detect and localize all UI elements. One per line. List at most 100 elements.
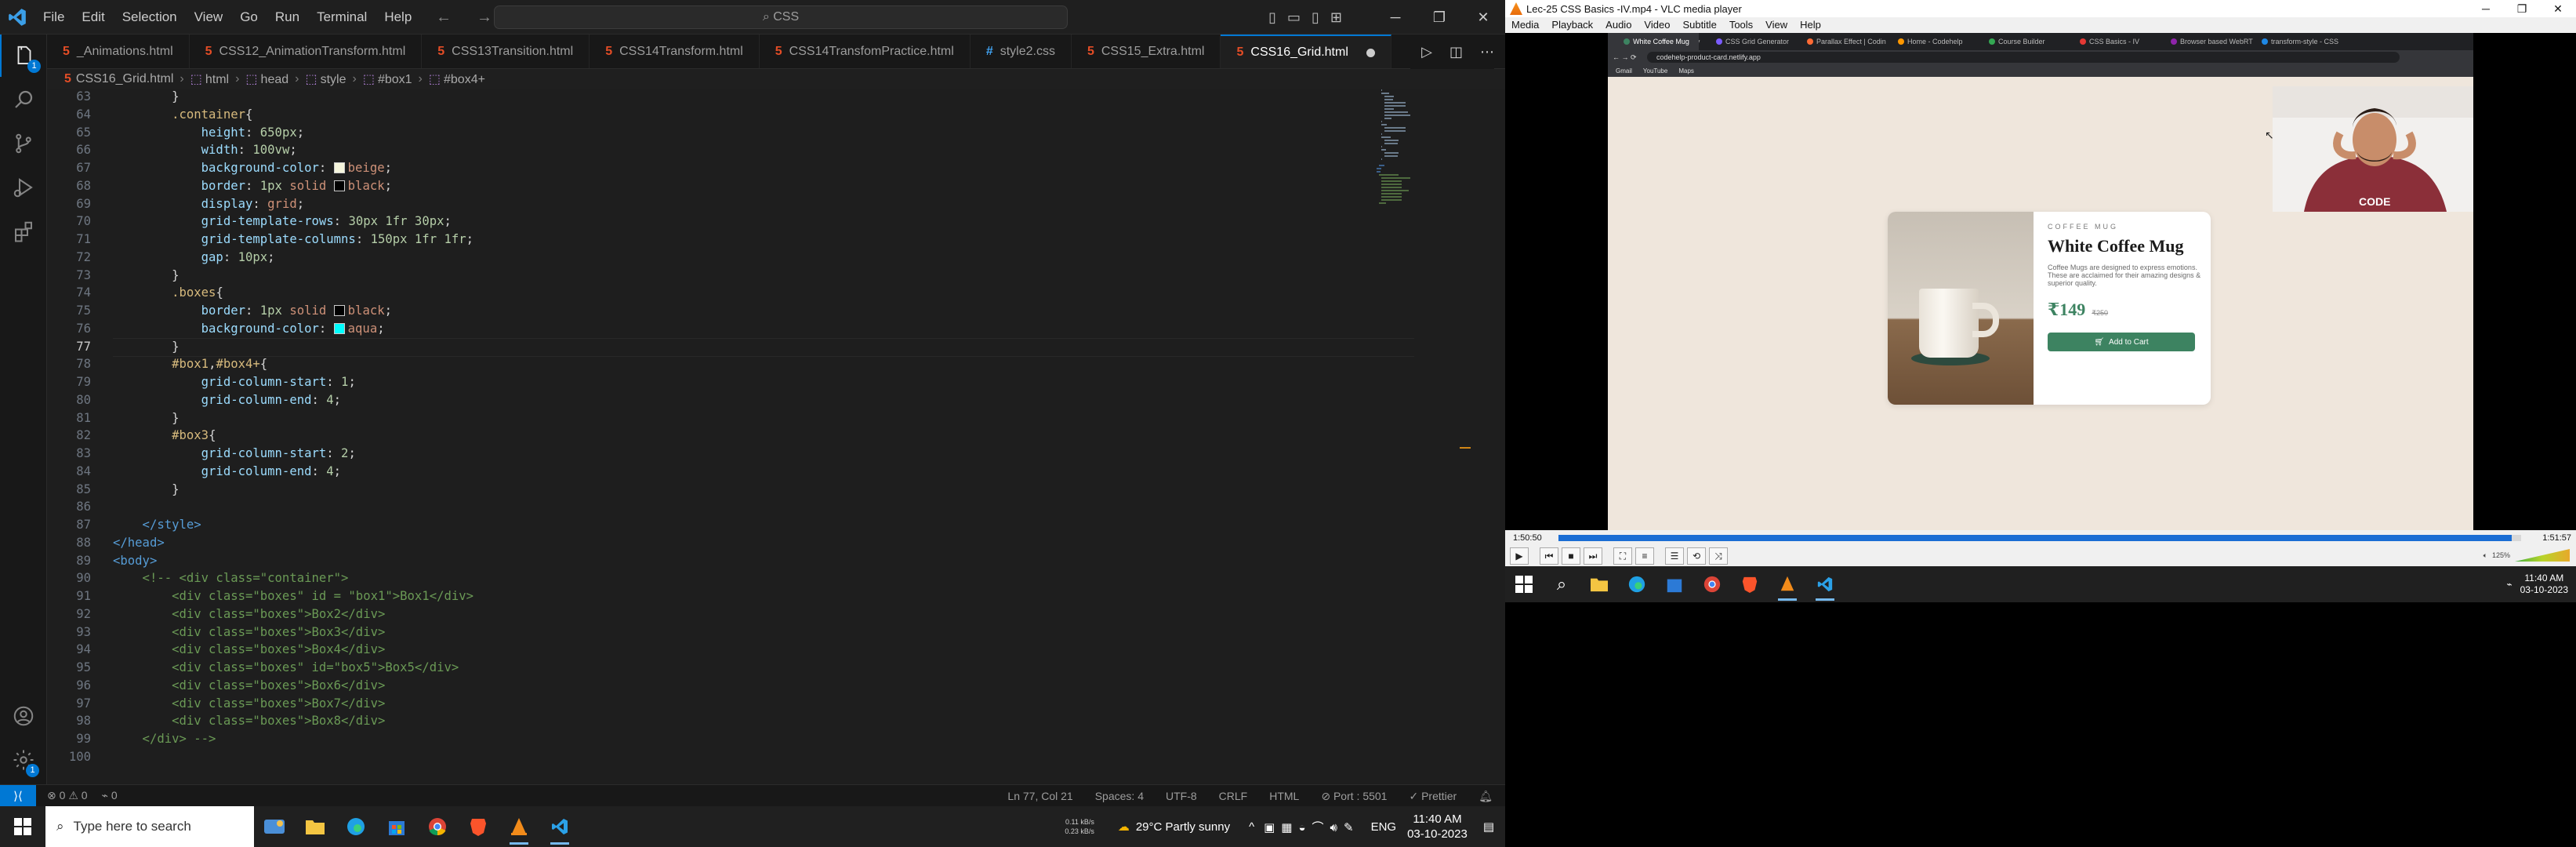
- weather-icon[interactable]: ☁: [1118, 820, 1130, 834]
- notification-icon[interactable]: ▤: [1483, 820, 1494, 834]
- breadcrumb-item[interactable]: ⬚ html: [190, 71, 229, 87]
- extended-settings-button[interactable]: ≡: [1635, 547, 1654, 565]
- tab[interactable]: 5 CSS14TransfomPractice.html: [760, 35, 971, 68]
- code-line[interactable]: }: [113, 482, 179, 496]
- vscode-taskbar-icon[interactable]: [1806, 566, 1844, 602]
- code-line[interactable]: <div class="boxes" id="box5">Box5</div>: [113, 660, 459, 674]
- code-line[interactable]: </head>: [113, 536, 165, 550]
- vlc-taskbar-icon[interactable]: [1769, 566, 1806, 602]
- tab[interactable]: 5 _Animations.html: [47, 35, 190, 68]
- close-button[interactable]: ✕: [1461, 9, 1505, 26]
- code-line[interactable]: <div class="boxes">Box6</div>: [113, 678, 385, 693]
- menu-item-terminal[interactable]: Terminal: [308, 0, 376, 35]
- indentation[interactable]: Spaces: 4: [1095, 790, 1144, 802]
- vlc-close-button[interactable]: ✕: [2540, 0, 2576, 17]
- code-line[interactable]: grid-template-rows: 30px 1fr 30px;: [113, 214, 452, 228]
- forward-arrow-icon[interactable]: →: [477, 9, 492, 27]
- color-swatch-icon[interactable]: [333, 162, 345, 173]
- toggle-secondary-sidebar-icon[interactable]: ▯: [1312, 9, 1319, 26]
- vscode-taskbar-icon[interactable]: [539, 806, 580, 847]
- vlc-menu-playback[interactable]: Playback: [1545, 17, 1599, 33]
- vlc-menu-view[interactable]: View: [1759, 17, 1794, 33]
- live-server[interactable]: ⊘ Port : 5501: [1321, 790, 1387, 803]
- encoding[interactable]: UTF-8: [1166, 790, 1197, 802]
- tab[interactable]: 5 CSS15_Extra.html: [1072, 35, 1221, 68]
- store-icon[interactable]: [376, 806, 417, 847]
- code-line[interactable]: }: [113, 411, 179, 425]
- brave-icon[interactable]: [458, 806, 499, 847]
- weather[interactable]: 29°C Partly sunny: [1136, 820, 1230, 834]
- line-ending[interactable]: CRLF: [1219, 790, 1248, 802]
- color-swatch-icon[interactable]: [333, 180, 345, 191]
- code-line[interactable]: <body>: [113, 554, 157, 568]
- prettier[interactable]: ✓ Prettier: [1409, 790, 1457, 803]
- code-line[interactable]: <div class="boxes">Box8</div>: [113, 714, 385, 728]
- breadcrumb-item[interactable]: ⬚ #box1: [363, 71, 412, 87]
- code-line[interactable]: </div> -->: [113, 732, 216, 746]
- notifications-bell-icon[interactable]: 🔔︎: [1478, 790, 1493, 803]
- run-icon[interactable]: ▷: [1421, 44, 1432, 60]
- video-area[interactable]: Codehelp - Web DevCSS Grid GeneratorPara…: [1505, 33, 2576, 530]
- code-line[interactable]: <div class="boxes">Box3</div>: [113, 625, 385, 639]
- menu-item-go[interactable]: Go: [231, 0, 267, 35]
- problems-indicator[interactable]: ⊗ 0 ⚠ 0: [47, 789, 88, 802]
- code-line[interactable]: <div class="boxes" id = "box1">Box1</div…: [113, 589, 473, 603]
- playlist-button[interactable]: ☰: [1665, 547, 1684, 565]
- taskview-icon[interactable]: [254, 806, 295, 847]
- unsaved-dot-icon[interactable]: [1366, 48, 1375, 57]
- volume-control[interactable]: 🔈︎ 125%: [2483, 549, 2570, 562]
- brave-icon[interactable]: [1731, 566, 1769, 602]
- menu-item-view[interactable]: View: [186, 0, 232, 35]
- tray-icons[interactable]: ▣▦◒⌒🔊︎✎: [1264, 819, 1359, 835]
- restore-button[interactable]: ❐: [1417, 9, 1461, 26]
- code-line[interactable]: display: grid;: [113, 197, 304, 211]
- code-line[interactable]: .boxes{: [113, 285, 223, 300]
- color-swatch-icon[interactable]: [333, 323, 345, 334]
- tab[interactable]: 5 CSS12_AnimationTransform.html: [190, 35, 423, 68]
- previous-button[interactable]: ⏮: [1540, 547, 1558, 565]
- menu-item-selection[interactable]: Selection: [114, 0, 186, 35]
- store-icon[interactable]: [1656, 566, 1693, 602]
- stop-button[interactable]: ■: [1562, 547, 1580, 565]
- vlc-menu-tools[interactable]: Tools: [1723, 17, 1759, 33]
- code-line[interactable]: border: 1px solid black;: [113, 304, 392, 318]
- code-line[interactable]: gap: 10px;: [113, 250, 275, 264]
- code-line[interactable]: #box1,#box4+{: [113, 357, 267, 371]
- tab[interactable]: 5 CSS13Transition.html: [422, 35, 590, 68]
- code-line[interactable]: .container{: [113, 107, 252, 122]
- menu-item-run[interactable]: Run: [267, 0, 308, 35]
- toggle-panel-icon[interactable]: ▭: [1287, 9, 1301, 26]
- menu-item-file[interactable]: File: [34, 0, 73, 35]
- code-editor[interactable]: 63 } 64 .container{65 height: 650px; 66 wi…: [47, 89, 1458, 784]
- tab[interactable]: # style2.css: [971, 35, 1072, 68]
- chrome-icon[interactable]: [1693, 566, 1731, 602]
- code-line[interactable]: background-color: beige;: [113, 161, 392, 175]
- code-line[interactable]: grid-template-columns: 150px 1fr 1fr;: [113, 232, 473, 246]
- code-line[interactable]: width: 100vw;: [113, 143, 297, 157]
- vlc-menu-media[interactable]: Media: [1505, 17, 1545, 33]
- code-line[interactable]: <!-- <div class="container">: [113, 571, 349, 585]
- code-line[interactable]: border: 1px solid black;: [113, 179, 392, 193]
- more-actions-icon[interactable]: ⋯: [1480, 44, 1494, 60]
- fullscreen-button[interactable]: ⛶: [1613, 547, 1632, 565]
- code-line[interactable]: <div class="boxes">Box4</div>: [113, 642, 385, 656]
- back-arrow-icon[interactable]: ←: [436, 9, 452, 27]
- account-icon[interactable]: [0, 695, 47, 737]
- code-line[interactable]: #box3{: [113, 428, 216, 442]
- customize-layout-icon[interactable]: ⊞: [1330, 9, 1342, 26]
- search-icon[interactable]: [0, 78, 47, 121]
- vlc-menu-help[interactable]: Help: [1794, 17, 1827, 33]
- breadcrumb-item[interactable]: 5 CSS16_Grid.html: [64, 72, 173, 86]
- tab[interactable]: 5 CSS14Transform.html: [590, 35, 760, 68]
- code-line[interactable]: }: [113, 89, 179, 104]
- vlc-menu-subtitle[interactable]: Subtitle: [1676, 17, 1722, 33]
- menu-item-edit[interactable]: Edit: [73, 0, 113, 35]
- menu-item-help[interactable]: Help: [376, 0, 420, 35]
- start-button[interactable]: [0, 806, 45, 847]
- vscode-logo-icon[interactable]: [0, 0, 34, 35]
- breadcrumb-item[interactable]: ⬚ #box4+: [429, 71, 485, 87]
- file-explorer-icon[interactable]: [295, 806, 336, 847]
- cursor-position[interactable]: Ln 77, Col 21: [1007, 790, 1072, 802]
- breadcrumb-item[interactable]: ⬚ style: [305, 71, 346, 87]
- vlc-menu-video[interactable]: Video: [1638, 17, 1676, 33]
